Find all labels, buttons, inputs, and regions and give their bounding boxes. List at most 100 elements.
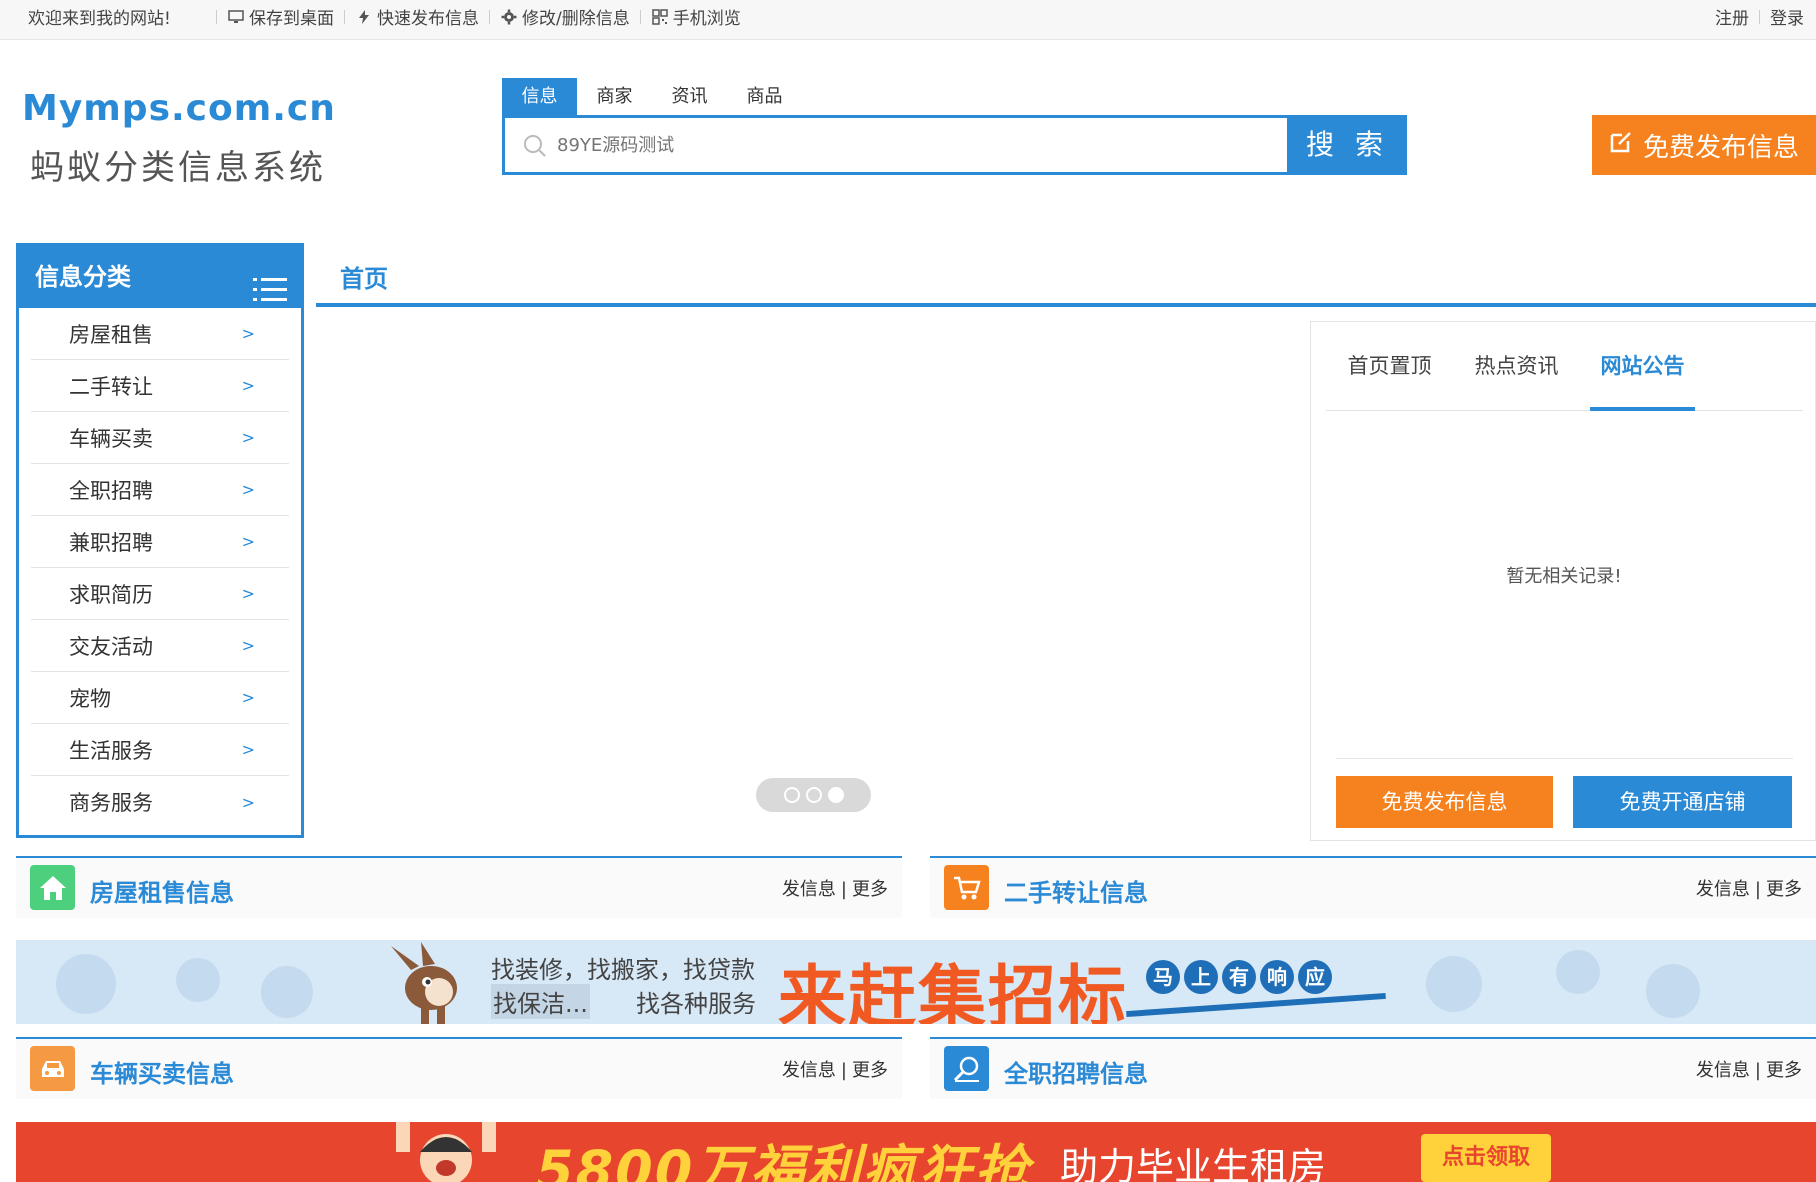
section-title[interactable]: 二手转让信息 bbox=[1004, 873, 1148, 908]
section-title[interactable]: 全职招聘信息 bbox=[1004, 1054, 1148, 1089]
logo-english[interactable]: Mymps.com.cn bbox=[22, 88, 336, 129]
divider bbox=[1759, 9, 1760, 24]
claim-button[interactable]: 点击领取 bbox=[1421, 1134, 1551, 1182]
section-title[interactable]: 房屋租售信息 bbox=[90, 873, 234, 908]
category-sidebar: 信息分类 房屋租售 > 二手转让 > 车辆买卖 > 全职招聘 > 兼职招聘 > 求职简历 >… bbox=[16, 243, 304, 838]
slider-dot-active[interactable] bbox=[827, 787, 844, 803]
search-tab-info[interactable]: 信息 bbox=[502, 78, 577, 116]
section-actions: 发信息 | 更多 bbox=[781, 879, 888, 900]
chevron-right-icon: > bbox=[241, 792, 255, 812]
divider bbox=[216, 9, 217, 24]
category-label: 交友活动 bbox=[69, 634, 153, 659]
chevron-right-icon: > bbox=[241, 636, 255, 655]
divider bbox=[489, 9, 490, 24]
section-actions: 发信息 | 更多 bbox=[1695, 879, 1802, 900]
tab-homepage-top[interactable]: 首页置顶 bbox=[1326, 346, 1453, 411]
section-actions: 发信息 | 更多 bbox=[781, 1060, 888, 1081]
chevron-right-icon: > bbox=[241, 480, 255, 499]
list-menu-icon[interactable] bbox=[253, 264, 287, 326]
search-box bbox=[502, 115, 1290, 175]
mascot-illustration bbox=[396, 1122, 496, 1182]
mobile-browse-link[interactable]: 手机浏览 bbox=[651, 4, 741, 29]
more-link[interactable]: 更多 bbox=[1766, 879, 1802, 900]
section-fulltime-jobs: 全职招聘信息 发信息 | 更多 bbox=[930, 1037, 1816, 1099]
category-item-housing[interactable]: 房屋租售 > bbox=[31, 308, 289, 360]
search-tab-goods[interactable]: 商品 bbox=[727, 78, 802, 116]
top-bar: 欢迎来到我的网站! 保存到桌面 快速发布信息 修改/删除信息 手机浏览 注册 登… bbox=[0, 0, 1816, 40]
logo-chinese[interactable]: 蚂蚁分类信息系统 bbox=[30, 140, 326, 189]
car-icon bbox=[30, 1046, 75, 1091]
sidebar-header: 信息分类 bbox=[19, 246, 301, 308]
edit-icon bbox=[1609, 130, 1633, 161]
category-item-vehicles[interactable]: 车辆买卖 > bbox=[31, 412, 289, 464]
open-shop-button[interactable]: 免费开通店铺 bbox=[1573, 776, 1792, 828]
post-link[interactable]: 发信息 bbox=[782, 1060, 836, 1081]
tab-site-announcement[interactable]: 网站公告 bbox=[1590, 346, 1695, 411]
banner2-headline: 5800万福利疯狂抢 bbox=[536, 1139, 1031, 1182]
decor-bubble bbox=[1646, 964, 1700, 1018]
category-label: 宠物 bbox=[69, 686, 111, 711]
banner2-subtitle: 助力毕业生租房 bbox=[1060, 1145, 1327, 1182]
banner-line2b: 找各种服务 bbox=[636, 990, 756, 1018]
publish-info-button[interactable]: 免费发布信息 bbox=[1592, 115, 1816, 175]
search-icon bbox=[523, 134, 547, 162]
category-item-social[interactable]: 交友活动 > bbox=[31, 620, 289, 672]
category-list: 房屋租售 > 二手转让 > 车辆买卖 > 全职招聘 > 兼职招聘 > 求职简历 > 交友活动… bbox=[19, 308, 301, 828]
gear-icon bbox=[500, 8, 518, 26]
tab-hot-news[interactable]: 热点资讯 bbox=[1453, 346, 1580, 411]
search-tab-news[interactable]: 资讯 bbox=[652, 78, 727, 116]
category-item-resumes[interactable]: 求职简历 > bbox=[31, 568, 289, 620]
empty-message: 暂无相关记录! bbox=[1506, 566, 1622, 587]
divider bbox=[344, 9, 345, 24]
mobile-browse-label: 手机浏览 bbox=[672, 9, 741, 29]
publish-info-label: 免费发布信息 bbox=[1642, 132, 1799, 163]
category-item-secondhand[interactable]: 二手转让 > bbox=[31, 360, 289, 412]
slider-dot[interactable] bbox=[805, 787, 822, 803]
image-slider bbox=[316, 321, 1296, 841]
search-tab-merchant[interactable]: 商家 bbox=[577, 78, 652, 116]
category-item-life-services[interactable]: 生活服务 > bbox=[31, 724, 289, 776]
category-label: 车辆买卖 bbox=[69, 426, 153, 451]
slider-dot[interactable] bbox=[783, 787, 800, 803]
quick-publish-link[interactable]: 快速发布信息 bbox=[355, 4, 479, 29]
search-button[interactable]: 搜 索 bbox=[1288, 115, 1407, 175]
badge-char: 响 bbox=[1260, 960, 1294, 994]
register-link[interactable]: 注册 bbox=[1715, 4, 1749, 29]
notice-tabs: 首页置顶 热点资讯 网站公告 bbox=[1326, 346, 1803, 411]
category-item-business-services[interactable]: 商务服务 > bbox=[31, 776, 289, 828]
post-link[interactable]: 发信息 bbox=[1696, 1060, 1750, 1081]
post-link[interactable]: 发信息 bbox=[782, 879, 836, 900]
banner-rental-promo[interactable]: 5800万福利疯狂抢 助力毕业生租房 点击领取 bbox=[16, 1122, 1816, 1182]
save-to-desktop-label: 保存到桌面 bbox=[249, 9, 334, 29]
more-link[interactable]: 更多 bbox=[852, 879, 888, 900]
banner-headline: 来赶集招标 bbox=[778, 959, 1129, 1024]
nav-home[interactable]: 首页 bbox=[340, 259, 388, 294]
decor-bubble bbox=[1426, 956, 1482, 1012]
category-label: 房屋租售 bbox=[69, 322, 153, 347]
banner-line2a: 找保洁... bbox=[491, 984, 590, 1019]
banner-bidding-ad[interactable]: 找装修，找搬家，找贷款 找保洁... 找各种服务 来赶集招标 马 上 有 响 应 bbox=[16, 940, 1816, 1024]
save-to-desktop-link[interactable]: 保存到桌面 bbox=[227, 4, 334, 29]
badge-char: 应 bbox=[1298, 960, 1332, 994]
login-link[interactable]: 登录 bbox=[1770, 4, 1804, 29]
person-search-icon bbox=[944, 1046, 989, 1091]
chevron-right-icon: > bbox=[241, 376, 255, 395]
category-item-fulltime-jobs[interactable]: 全职招聘 > bbox=[31, 464, 289, 516]
more-link[interactable]: 更多 bbox=[1766, 1060, 1802, 1081]
monitor-icon bbox=[227, 8, 245, 26]
sidebar-title: 信息分类 bbox=[35, 263, 131, 291]
banner-arrow bbox=[1126, 992, 1386, 1018]
decor-bubble bbox=[261, 966, 313, 1018]
lightning-icon bbox=[355, 8, 373, 26]
category-item-parttime-jobs[interactable]: 兼职招聘 > bbox=[31, 516, 289, 568]
edit-delete-link[interactable]: 修改/删除信息 bbox=[500, 4, 630, 29]
section-actions: 发信息 | 更多 bbox=[1695, 1060, 1802, 1081]
more-link[interactable]: 更多 bbox=[852, 1060, 888, 1081]
category-item-pets[interactable]: 宠物 > bbox=[31, 672, 289, 724]
banner-badges: 马 上 有 响 应 bbox=[1146, 960, 1332, 994]
search-input[interactable] bbox=[557, 118, 1257, 172]
section-title[interactable]: 车辆买卖信息 bbox=[90, 1054, 234, 1089]
free-publish-button[interactable]: 免费发布信息 bbox=[1336, 776, 1553, 828]
post-link[interactable]: 发信息 bbox=[1696, 879, 1750, 900]
category-label: 全职招聘 bbox=[69, 478, 153, 503]
